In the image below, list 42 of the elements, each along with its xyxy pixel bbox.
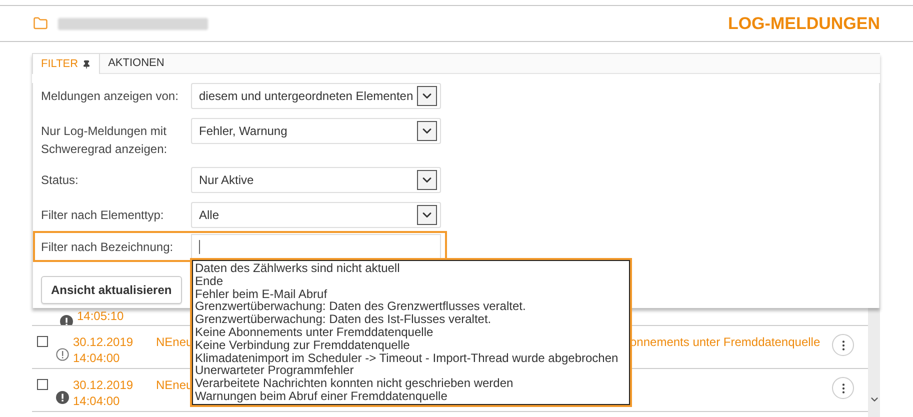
- suggestion-item[interactable]: Grenzwertüberwachung: Daten des Grenzwertflusses veraltet.: [195, 300, 627, 314]
- select-field[interactable]: diesem und untergeordneten Elementen: [191, 83, 441, 109]
- dropdown-chevron-icon[interactable]: [417, 86, 437, 106]
- dropdown-chevron-icon[interactable]: [417, 121, 437, 141]
- suggestion-item[interactable]: Keine Abonnements unter Fremddatenquelle: [195, 326, 627, 339]
- log-time: 14:04:00: [73, 393, 121, 409]
- scrollbar[interactable]: [868, 305, 880, 417]
- folder-icon: [33, 16, 48, 31]
- select-field[interactable]: Alle: [191, 202, 441, 228]
- dropdown-chevron-icon[interactable]: [417, 170, 437, 190]
- suggestion-item[interactable]: Verarbeitete Nachrichten konnten nicht geschrieben werden: [195, 377, 627, 390]
- filter-label: Filter nach Bezeichnung:: [41, 239, 174, 256]
- filter-label: Filter nach Elementtyp:: [41, 207, 165, 224]
- suggestion-item[interactable]: Daten des Zählwerks sind nicht aktuell: [195, 262, 627, 275]
- suggestion-item[interactable]: Grenzwertüberwachung: Daten des Ist-Flusses veraltet.: [195, 313, 627, 326]
- suggestion-item[interactable]: Ende: [195, 274, 627, 288]
- text-input-field[interactable]: [191, 234, 441, 260]
- suggestion-item[interactable]: Fehler beim E-Mail Abruf: [195, 288, 627, 300]
- more-options-button[interactable]: [832, 334, 854, 356]
- filter-label: Nur Log-Meldungen mit Schweregrad anzeigen:: [41, 123, 168, 158]
- tab[interactable]: AKTIONEN: [100, 54, 172, 73]
- filter-label: Meldungen anzeigen von:: [41, 88, 180, 105]
- pin-icon: [82, 60, 92, 68]
- row-checkbox[interactable]: [37, 336, 48, 347]
- more-options-button[interactable]: [832, 377, 854, 399]
- page-title: LOG-MELDUNGEN: [728, 12, 880, 35]
- log-message: onnements unter Fremddatenquelle: [630, 334, 820, 350]
- suggestion-item[interactable]: Klimadatenimport im Scheduler -> Timeout - Import-Thread wurde abgebrochen: [195, 352, 627, 364]
- row-checkbox[interactable]: [37, 379, 48, 390]
- select-field[interactable]: Fehler, Warnung: [191, 118, 441, 144]
- log-date: 30.12.2019: [73, 377, 134, 393]
- suggestion-item[interactable]: Keine Verbindung zur Fremddatenquelle: [195, 338, 627, 352]
- text-cursor: [199, 240, 200, 254]
- log-date: 30.12.2019: [73, 334, 134, 350]
- log-time: 14:04:00: [73, 350, 121, 366]
- log-time: 14:05:10: [77, 310, 124, 322]
- suggestion-item[interactable]: Unerwarteter Programmfehler: [195, 364, 627, 378]
- filter-label: Status:: [41, 172, 80, 189]
- update-view-button[interactable]: Ansicht aktualisieren: [41, 276, 182, 304]
- suggestion-item[interactable]: Warnungen beim Abruf einer Fremddatenquelle: [195, 390, 627, 403]
- dropdown-chevron-icon[interactable]: [417, 205, 437, 225]
- select-field[interactable]: Nur Aktive: [191, 167, 441, 193]
